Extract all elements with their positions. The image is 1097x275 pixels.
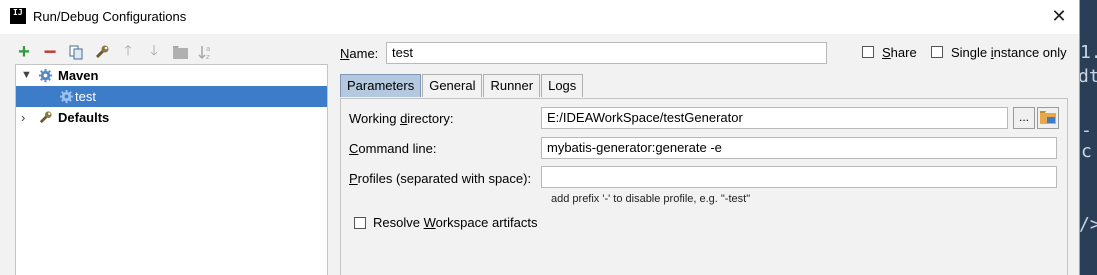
- svg-text:a: a: [206, 45, 210, 53]
- move-down-icon: 🡓: [150, 42, 158, 58]
- intellij-app-icon: IJ: [10, 8, 26, 24]
- command-line-field[interactable]: mybatis-generator:generate -e: [541, 137, 1057, 159]
- working-directory-field[interactable]: E:/IDEAWorkSpace/testGenerator: [541, 107, 1008, 129]
- browse-button[interactable]: ...: [1013, 107, 1035, 129]
- tree-node-test[interactable]: test: [16, 86, 327, 107]
- add-configuration-button[interactable]: +: [15, 40, 33, 63]
- tree-label-test: test: [75, 89, 96, 104]
- move-up-icon: 🡑: [124, 42, 132, 58]
- remove-configuration-button[interactable]: −: [41, 39, 59, 64]
- tab-runner[interactable]: Runner: [483, 74, 541, 97]
- title-bar[interactable]: IJ Run/Debug Configurations ✕: [0, 0, 1079, 34]
- remove-icon: −: [43, 39, 57, 64]
- background-code-3: -c: [1081, 120, 1092, 162]
- working-directory-label: Working directory:: [349, 111, 454, 126]
- tab-logs[interactable]: Logs: [541, 74, 584, 97]
- tree-label-maven: Maven: [58, 68, 99, 83]
- add-icon: +: [18, 40, 30, 63]
- move-down-button[interactable]: 🡓: [145, 42, 163, 61]
- command-line-label: Command line:: [349, 141, 437, 156]
- config-tabs: Parameters General Runner Logs: [340, 74, 584, 98]
- edit-defaults-button[interactable]: [93, 43, 111, 61]
- background-code-2: dt: [1078, 66, 1097, 87]
- wrench-icon: [39, 111, 52, 124]
- move-up-button[interactable]: 🡑: [119, 42, 137, 61]
- resolve-workspace-checkbox[interactable]: [354, 217, 366, 229]
- svg-text:z: z: [206, 53, 210, 60]
- folder-icon: [172, 45, 188, 59]
- close-icon: ✕: [1051, 6, 1067, 26]
- sort-button[interactable]: a z: [197, 43, 215, 61]
- resolve-workspace-label[interactable]: Resolve Workspace artifacts: [373, 215, 538, 230]
- share-checkbox[interactable]: [862, 46, 874, 58]
- chevron-right-icon[interactable]: ›: [21, 107, 25, 128]
- tree-label-defaults: Defaults: [58, 110, 110, 125]
- maven-gear-icon: [38, 68, 53, 83]
- share-label[interactable]: Share: [882, 45, 917, 60]
- config-toolbar: + − 🡑 🡓 a z: [15, 39, 215, 64]
- window-title: Run/Debug Configurations: [33, 9, 187, 24]
- tab-parameters[interactable]: Parameters: [340, 74, 422, 97]
- tab-general[interactable]: General: [422, 74, 483, 97]
- name-field[interactable]: test: [386, 42, 827, 64]
- copy-icon: [69, 45, 83, 59]
- chevron-down-icon[interactable]: ▼: [21, 65, 32, 86]
- profiles-hint: add prefix '-' to disable profile, e.g. …: [551, 193, 751, 205]
- folder-icon: [1040, 111, 1056, 124]
- close-button[interactable]: ✕: [1045, 3, 1073, 29]
- background-code-4: />: [1079, 214, 1097, 235]
- profiles-label: Profiles (separated with space):: [349, 171, 532, 186]
- single-instance-checkbox[interactable]: [931, 46, 943, 58]
- copy-configuration-button[interactable]: [67, 43, 85, 61]
- sort-icon: a z: [198, 45, 210, 60]
- background-code-1: 1.: [1080, 42, 1097, 63]
- maven-gear-icon: [59, 89, 74, 104]
- profiles-field[interactable]: [541, 166, 1057, 188]
- tree-node-defaults[interactable]: › Defaults: [16, 107, 327, 128]
- name-label: Name:: [340, 46, 379, 61]
- run-debug-dialog: IJ Run/Debug Configurations ✕ + − 🡑 🡓 a …: [0, 0, 1080, 275]
- create-folder-button[interactable]: [171, 43, 189, 61]
- tree-node-maven[interactable]: ▼ Maven: [16, 65, 327, 86]
- wrench-icon: [95, 45, 109, 59]
- single-instance-label[interactable]: Single instance only: [951, 45, 1067, 60]
- configuration-tree[interactable]: ▼ Maven test › Defaults: [15, 64, 328, 275]
- select-module-button[interactable]: [1037, 107, 1059, 129]
